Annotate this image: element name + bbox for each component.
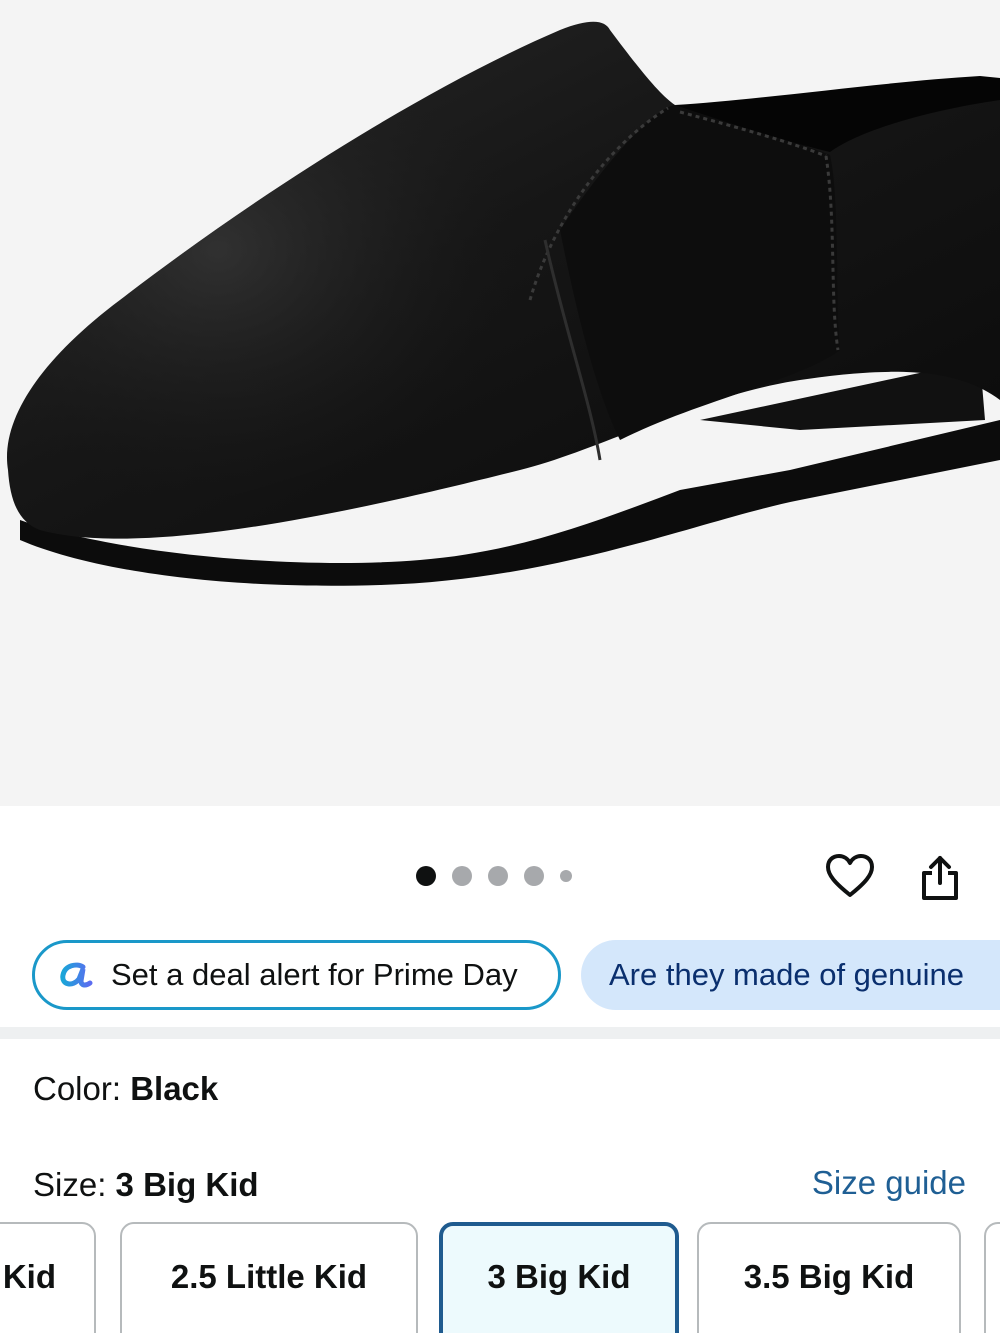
section-divider [0,1027,1000,1039]
carousel-dot-4[interactable] [524,866,544,886]
color-value: Black [130,1070,219,1107]
question-chip[interactable]: Are they made of genuine [581,940,1000,1010]
carousel-dot-5[interactable] [560,870,572,882]
carousel-indicator [416,866,572,886]
size-label: Size: [33,1166,116,1203]
product-image[interactable] [0,0,1000,806]
chip-row: Set a deal alert for Prime Day Are they … [0,940,1000,1014]
jazz-shoe-image [6,21,1000,586]
question-label: Are they made of genuine [609,957,965,992]
carousel-dot-1[interactable] [416,866,436,886]
color-selection: Color: Black [33,1070,218,1108]
size-option-selected[interactable]: 3 Big Kid [439,1222,679,1333]
size-option[interactable] [984,1222,1000,1333]
size-option[interactable]: Kid [0,1222,96,1333]
size-selection: Size: 3 Big Kid [33,1166,259,1204]
carousel-dot-2[interactable] [452,866,472,886]
rufus-icon [59,961,93,989]
wishlist-button[interactable] [822,848,878,904]
size-options: Kid 2.5 Little Kid 3 Big Kid 3.5 Big Kid [0,1222,1000,1333]
size-option[interactable]: 3.5 Big Kid [697,1222,961,1333]
carousel-dot-3[interactable] [488,866,508,886]
size-option[interactable]: 2.5 Little Kid [120,1222,418,1333]
color-label: Color: [33,1070,131,1107]
deal-alert-label: Set a deal alert for Prime Day [111,957,518,992]
heart-icon [826,854,874,897]
share-button[interactable] [912,850,968,906]
size-guide-link[interactable]: Size guide [812,1164,966,1202]
deal-alert-chip[interactable]: Set a deal alert for Prime Day [32,940,561,1010]
share-icon [922,856,958,900]
size-value: 3 Big Kid [115,1166,259,1203]
